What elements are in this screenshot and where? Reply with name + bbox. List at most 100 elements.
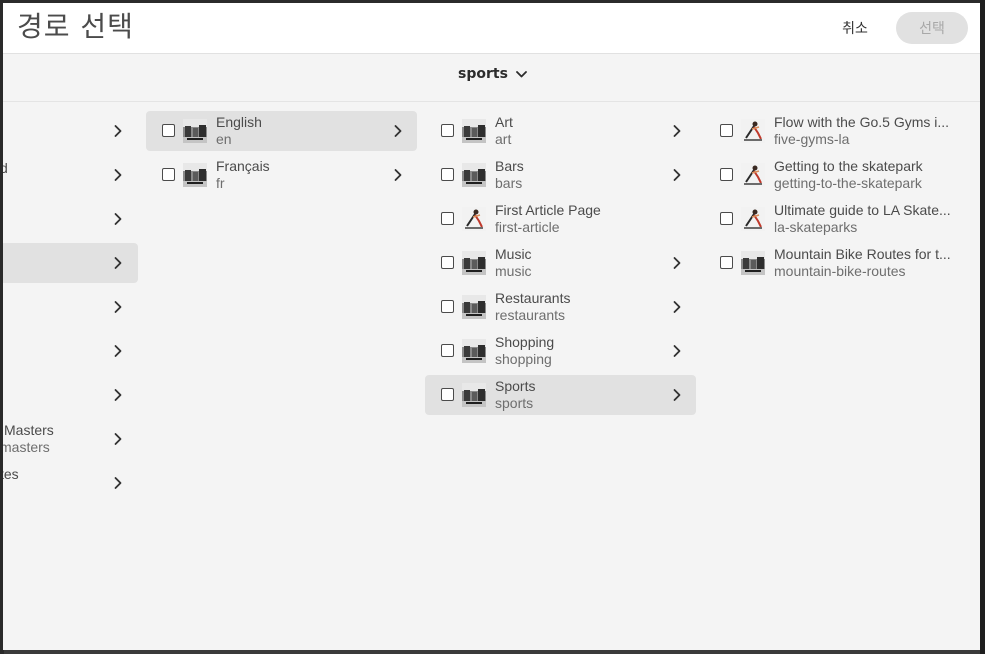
column-1-row[interactable] <box>3 287 138 327</box>
breadcrumb-label: sports <box>458 66 508 82</box>
breadcrumb-dropdown[interactable]: sports <box>458 66 527 82</box>
column-1-row[interactable] <box>3 331 138 371</box>
dialog-header: 경로 선택 취소 선택 <box>3 3 980 54</box>
row-subtitle: first-article <box>495 219 560 235</box>
chevron-down-icon <box>516 70 527 77</box>
chevron-right-icon <box>114 213 122 225</box>
chevron-right-icon <box>114 301 122 313</box>
list-item-francais[interactable]: Français fr <box>146 155 417 195</box>
chevron-right-icon <box>673 169 681 181</box>
row-subtitle: masters <box>3 439 50 455</box>
row-title: Mountain Bike Routes for t... <box>774 246 951 262</box>
list-item-music[interactable]: Music music <box>425 243 696 283</box>
list-item-sports[interactable]: Sports sports <box>425 375 696 415</box>
cancel-button[interactable]: 취소 <box>829 13 881 43</box>
row-subtitle: getting-to-the-skatepark <box>774 175 922 191</box>
skater-thumbnail <box>741 119 765 143</box>
row-checkbox[interactable] <box>441 124 454 137</box>
row-title: Flow with the Go.5 Gyms i... <box>774 114 950 130</box>
row-checkbox[interactable] <box>720 124 733 137</box>
street-thumbnail <box>462 339 486 363</box>
row-subtitle: music <box>495 263 532 279</box>
list-item-bars[interactable]: Bars bars <box>425 155 696 195</box>
chevron-right-icon <box>114 389 122 401</box>
street-thumbnail <box>183 163 207 187</box>
row-subtitle: mountain-bike-routes <box>774 263 906 279</box>
street-thumbnail <box>462 163 486 187</box>
list-item-la-skateparks[interactable]: Ultimate guide to LA Skate... la-skatepa… <box>704 199 980 239</box>
row-checkbox[interactable] <box>441 212 454 225</box>
row-title: Français <box>216 158 270 174</box>
row-checkbox[interactable] <box>441 168 454 181</box>
chevron-right-icon <box>114 169 122 181</box>
row-title: Art <box>495 114 513 130</box>
list-item-shopping[interactable]: Shopping shopping <box>425 331 696 371</box>
list-item-five-gyms[interactable]: Flow with the Go.5 Gyms i... five-gyms-l… <box>704 111 980 151</box>
chevron-right-icon <box>114 257 122 269</box>
row-title: d <box>3 160 8 176</box>
street-thumbnail <box>183 119 207 143</box>
skater-thumbnail <box>741 207 765 231</box>
select-button[interactable]: 선택 <box>896 12 968 44</box>
list-item-skatepark[interactable]: Getting to the skatepark getting-to-the-… <box>704 155 980 195</box>
background-right <box>980 0 985 654</box>
row-subtitle: sports <box>495 395 534 411</box>
street-thumbnail <box>462 383 486 407</box>
list-item-art[interactable]: Art art <box>425 111 696 151</box>
row-checkbox[interactable] <box>720 212 733 225</box>
row-subtitle: la-skateparks <box>774 219 858 235</box>
row-title: English <box>216 114 262 130</box>
row-title: Masters <box>4 422 54 438</box>
column-1-row[interactable]: tes <box>3 463 138 503</box>
chevron-right-icon <box>394 169 402 181</box>
row-checkbox[interactable] <box>441 256 454 269</box>
column-1-row[interactable]: Masters masters <box>3 419 138 459</box>
breadcrumb-bar: sports <box>3 54 980 102</box>
list-item-first-article[interactable]: First Article Page first-article <box>425 199 696 239</box>
chevron-right-icon <box>114 477 122 489</box>
row-title: Ultimate guide to LA Skate... <box>774 202 951 218</box>
chevron-right-icon <box>673 345 681 357</box>
list-item-english[interactable]: English en <box>146 111 417 151</box>
row-title: Restaurants <box>495 290 571 306</box>
path-picker-dialog: 경로 선택 취소 선택 sports d Masters masters es … <box>3 3 980 650</box>
row-title: First Article Page <box>495 202 601 218</box>
column-1-row[interactable] <box>3 111 138 151</box>
chevron-right-icon <box>673 389 681 401</box>
row-checkbox[interactable] <box>441 344 454 357</box>
chevron-right-icon <box>673 301 681 313</box>
row-checkbox[interactable] <box>720 168 733 181</box>
row-checkbox[interactable] <box>720 256 733 269</box>
row-subtitle: bars <box>495 175 523 191</box>
row-subtitle: en <box>216 131 232 147</box>
column-1-row-selected[interactable] <box>3 243 138 283</box>
row-title: tes <box>3 466 19 482</box>
row-checkbox[interactable] <box>441 388 454 401</box>
chevron-right-icon <box>114 125 122 137</box>
street-thumbnail <box>462 295 486 319</box>
chevron-right-icon <box>673 257 681 269</box>
row-checkbox[interactable] <box>162 168 175 181</box>
row-subtitle: five-gyms-la <box>774 131 850 147</box>
row-checkbox[interactable] <box>441 300 454 313</box>
chevron-right-icon <box>394 125 402 137</box>
chevron-right-icon <box>114 345 122 357</box>
street-thumbnail <box>741 251 765 275</box>
row-title: Music <box>495 246 532 262</box>
column-1-row[interactable] <box>3 199 138 239</box>
row-title: Bars <box>495 158 524 174</box>
skater-thumbnail <box>741 163 765 187</box>
row-title: Sports <box>495 378 536 394</box>
row-subtitle: shopping <box>495 351 552 367</box>
row-title: Getting to the skatepark <box>774 158 923 174</box>
row-title: Shopping <box>495 334 555 350</box>
column-1-row[interactable]: d <box>3 155 138 195</box>
list-item-restaurants[interactable]: Restaurants restaurants <box>425 287 696 327</box>
column-1-row[interactable] <box>3 375 138 415</box>
list-item-mountain-bike[interactable]: Mountain Bike Routes for t... mountain-b… <box>704 243 980 283</box>
dialog-title: 경로 선택 <box>17 10 134 43</box>
street-thumbnail <box>462 119 486 143</box>
row-checkbox[interactable] <box>162 124 175 137</box>
row-subtitle: fr <box>216 175 225 191</box>
row-subtitle: art <box>495 131 512 147</box>
